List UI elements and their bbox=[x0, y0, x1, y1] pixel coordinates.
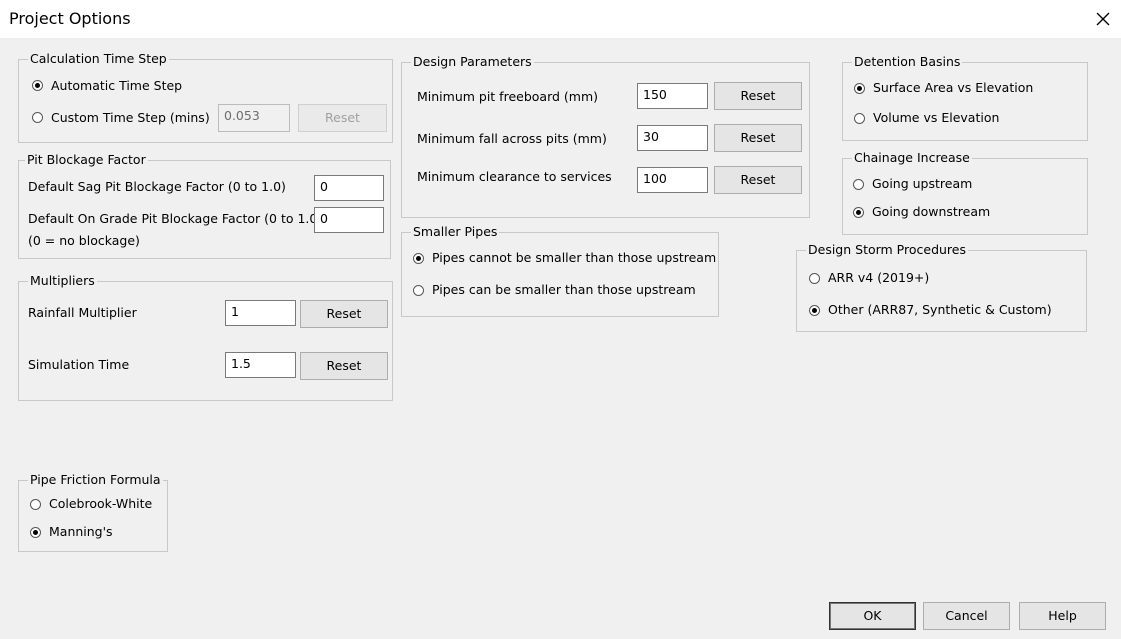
colebrook-white-label[interactable]: Colebrook-White bbox=[49, 496, 152, 512]
calc-time-step-legend: Calculation Time Step bbox=[28, 51, 169, 67]
clearance-services-reset-button[interactable]: Reset bbox=[714, 166, 802, 194]
ok-button[interactable]: OK bbox=[829, 602, 916, 630]
sag-blockage-input[interactable]: 0 bbox=[314, 175, 384, 201]
pit-freeboard-reset-button[interactable]: Reset bbox=[714, 82, 802, 110]
smaller-pipes-legend: Smaller Pipes bbox=[411, 224, 500, 240]
mannings-label[interactable]: Manning's bbox=[49, 524, 113, 540]
design-storm-group: Design Storm Procedures ARR v4 (2019+) O… bbox=[796, 242, 1087, 332]
pipe-friction-group: Pipe Friction Formula Colebrook-White Ma… bbox=[18, 472, 168, 552]
calc-time-step-group: Calculation Time Step Automatic Time Ste… bbox=[18, 51, 393, 143]
going-downstream-label[interactable]: Going downstream bbox=[872, 204, 990, 220]
rainfall-multiplier-input[interactable]: 1 bbox=[225, 300, 296, 326]
pipes-can-be-smaller-radio[interactable] bbox=[413, 285, 424, 296]
simulation-time-label: Simulation Time bbox=[28, 357, 130, 372]
surface-area-label[interactable]: Surface Area vs Elevation bbox=[873, 80, 1033, 96]
sag-blockage-label: Default Sag Pit Blockage Factor (0 to 1.… bbox=[28, 179, 286, 194]
rainfall-multiplier-label: Rainfall Multiplier bbox=[28, 305, 137, 320]
pipes-can-be-smaller-label[interactable]: Pipes can be smaller than those upstream bbox=[432, 282, 696, 298]
arr-v4-label[interactable]: ARR v4 (2019+) bbox=[828, 270, 929, 286]
surface-area-radio[interactable] bbox=[854, 83, 865, 94]
going-upstream-label[interactable]: Going upstream bbox=[872, 176, 972, 192]
pit-blockage-legend: Pit Blockage Factor bbox=[25, 152, 148, 168]
simulation-time-input[interactable]: 1.5 bbox=[225, 352, 296, 378]
simulation-time-reset-button[interactable]: Reset bbox=[300, 352, 388, 380]
blockage-note: (0 = no blockage) bbox=[28, 233, 140, 248]
clearance-services-input[interactable]: 100 bbox=[637, 167, 708, 193]
design-parameters-legend: Design Parameters bbox=[411, 54, 534, 70]
custom-time-step-label[interactable]: Custom Time Step (mins) bbox=[51, 110, 210, 126]
going-downstream-radio[interactable] bbox=[853, 207, 864, 218]
smaller-pipes-group: Smaller Pipes Pipes cannot be smaller th… bbox=[401, 224, 719, 317]
pipe-friction-legend: Pipe Friction Formula bbox=[28, 472, 163, 488]
chainage-increase-legend: Chainage Increase bbox=[852, 150, 972, 166]
automatic-time-step-label[interactable]: Automatic Time Step bbox=[51, 78, 182, 94]
cancel-button[interactable]: Cancel bbox=[923, 602, 1010, 630]
chainage-increase-group: Chainage Increase Going upstream Going d… bbox=[842, 150, 1088, 235]
pit-freeboard-input[interactable]: 150 bbox=[637, 83, 708, 109]
multipliers-group: Multipliers Rainfall Multiplier 1 Reset … bbox=[18, 273, 393, 401]
design-storm-legend: Design Storm Procedures bbox=[806, 242, 969, 258]
pit-blockage-group: Pit Blockage Factor Default Sag Pit Bloc… bbox=[18, 152, 391, 259]
window-title: Project Options bbox=[9, 9, 131, 28]
ongrade-blockage-input[interactable]: 0 bbox=[314, 207, 384, 233]
fall-across-pits-reset-button[interactable]: Reset bbox=[714, 124, 802, 152]
pit-freeboard-label: Minimum pit freeboard (mm) bbox=[417, 89, 599, 104]
custom-time-step-reset-button[interactable]: Reset bbox=[298, 104, 387, 132]
volume-elevation-label[interactable]: Volume vs Elevation bbox=[873, 110, 999, 126]
mannings-radio[interactable] bbox=[30, 527, 41, 538]
multipliers-legend: Multipliers bbox=[28, 273, 97, 289]
rainfall-multiplier-reset-button[interactable]: Reset bbox=[300, 300, 388, 328]
title-bar: Project Options bbox=[0, 0, 1121, 38]
other-procedure-radio[interactable] bbox=[809, 305, 820, 316]
other-procedure-label[interactable]: Other (ARR87, Synthetic & Custom) bbox=[828, 302, 1052, 318]
fall-across-pits-label: Minimum fall across pits (mm) bbox=[417, 131, 607, 146]
volume-elevation-radio[interactable] bbox=[854, 113, 865, 124]
detention-basins-legend: Detention Basins bbox=[852, 54, 963, 70]
close-icon[interactable] bbox=[1094, 10, 1112, 28]
automatic-time-step-radio[interactable] bbox=[32, 80, 43, 91]
ongrade-blockage-label: Default On Grade Pit Blockage Factor (0 … bbox=[28, 211, 323, 226]
custom-time-step-radio[interactable] bbox=[32, 112, 43, 123]
clearance-services-label: Minimum clearance to services bbox=[417, 169, 612, 184]
pipes-cannot-be-smaller-label[interactable]: Pipes cannot be smaller than those upstr… bbox=[432, 250, 716, 266]
colebrook-white-radio[interactable] bbox=[30, 499, 41, 510]
pipes-cannot-be-smaller-radio[interactable] bbox=[413, 253, 424, 264]
custom-time-step-input[interactable]: 0.053 bbox=[218, 104, 290, 132]
going-upstream-radio[interactable] bbox=[853, 179, 864, 190]
fall-across-pits-input[interactable]: 30 bbox=[637, 125, 708, 151]
arr-v4-radio[interactable] bbox=[809, 273, 820, 284]
detention-basins-group: Detention Basins Surface Area vs Elevati… bbox=[842, 54, 1088, 141]
help-button[interactable]: Help bbox=[1019, 602, 1106, 630]
design-parameters-group: Design Parameters Minimum pit freeboard … bbox=[401, 54, 810, 218]
